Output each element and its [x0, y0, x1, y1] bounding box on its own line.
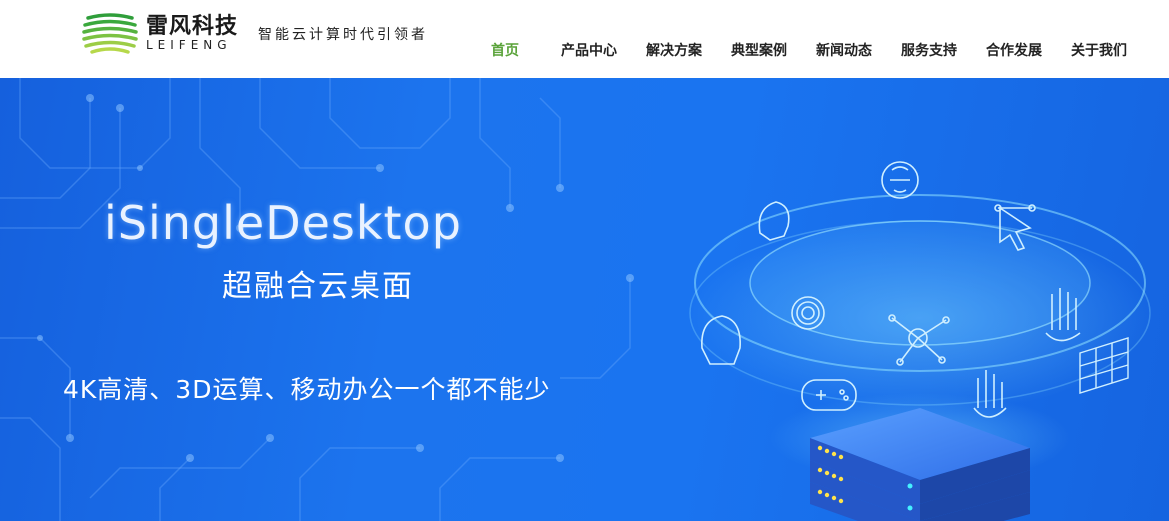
nav-item-cases[interactable]: 典型案例 — [731, 40, 787, 60]
site-header: 雷风科技 LEIFENG 智能云计算时代引领者 首页 产品中心 解决方案 典型案… — [0, 0, 1169, 78]
head-profile-icon — [758, 201, 790, 241]
hero-banner[interactable]: iSingleDesktop 超融合云桌面 4K高清、3D运算、移动办公一个都不… — [0, 78, 1169, 521]
nav-item-news[interactable]: 新闻动态 — [816, 40, 872, 60]
nav-item-partners[interactable]: 合作发展 — [986, 40, 1042, 60]
nav-item-products[interactable]: 产品中心 — [561, 40, 617, 60]
hero-tagline: 4K高清、3D运算、移动办公一个都不能少 — [63, 375, 551, 404]
nav-item-support[interactable]: 服务支持 — [901, 40, 957, 60]
hero-title: iSingleDesktop — [104, 196, 462, 250]
nav-item-about[interactable]: 关于我们 — [1071, 40, 1127, 60]
hero-subtitle: 超融合云桌面 — [222, 269, 414, 304]
nav-item-solutions[interactable]: 解决方案 — [646, 40, 702, 60]
main-nav: 首页 产品中心 解决方案 典型案例 新闻动态 服务支持 合作发展 关于我们 — [0, 0, 1169, 78]
cloud-server-illustration — [689, 161, 1151, 521]
nav-item-home[interactable]: 首页 — [491, 40, 519, 60]
brain-icon — [881, 161, 919, 199]
